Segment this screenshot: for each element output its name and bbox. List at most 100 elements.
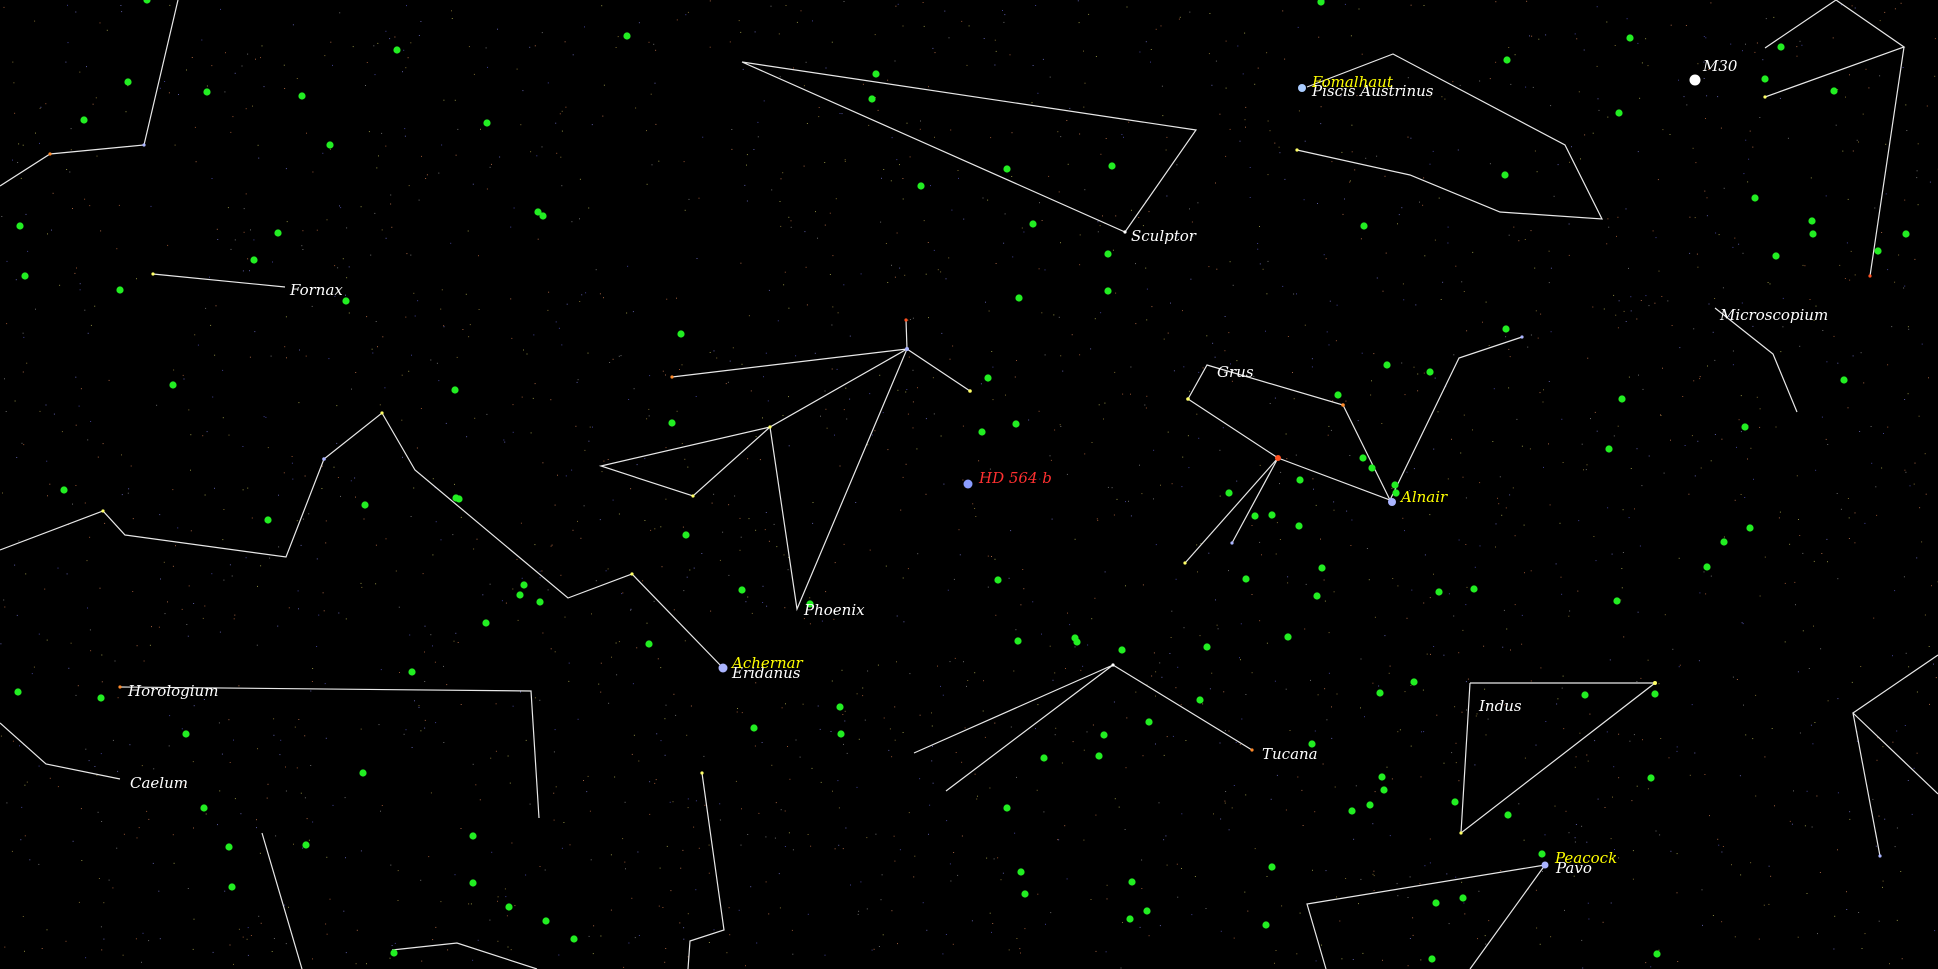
catalog-marker[interactable] bbox=[1874, 247, 1882, 255]
catalog-marker[interactable] bbox=[1104, 287, 1112, 295]
catalog-marker[interactable] bbox=[1626, 34, 1634, 42]
catalog-marker[interactable] bbox=[1902, 230, 1910, 238]
catalog-marker[interactable] bbox=[1029, 220, 1037, 228]
catalog-marker[interactable] bbox=[534, 208, 542, 216]
catalog-marker[interactable] bbox=[917, 182, 925, 190]
catalog-marker[interactable] bbox=[1772, 252, 1780, 260]
catalog-marker[interactable] bbox=[623, 32, 631, 40]
catalog-marker[interactable] bbox=[1470, 585, 1478, 593]
catalog-marker[interactable] bbox=[274, 229, 282, 237]
catalog-marker[interactable] bbox=[1128, 878, 1136, 886]
catalog-marker[interactable] bbox=[469, 879, 477, 887]
catalog-marker[interactable] bbox=[994, 576, 1002, 584]
catalog-marker[interactable] bbox=[1095, 752, 1103, 760]
catalog-marker[interactable] bbox=[1741, 423, 1749, 431]
catalog-marker[interactable] bbox=[1073, 638, 1081, 646]
catalog-marker[interactable] bbox=[393, 46, 401, 54]
catalog-marker[interactable] bbox=[16, 222, 24, 230]
catalog-marker[interactable] bbox=[1143, 907, 1151, 915]
catalog-marker[interactable] bbox=[169, 381, 177, 389]
catalog-marker[interactable] bbox=[516, 591, 524, 599]
catalog-marker[interactable] bbox=[203, 88, 211, 96]
catalog-marker[interactable] bbox=[1618, 395, 1626, 403]
catalog-marker[interactable] bbox=[483, 119, 491, 127]
catalog-marker[interactable] bbox=[1808, 217, 1816, 225]
catalog-marker[interactable] bbox=[225, 843, 233, 851]
catalog-marker[interactable] bbox=[1502, 325, 1510, 333]
catalog-marker[interactable] bbox=[1410, 678, 1418, 686]
catalog-marker[interactable] bbox=[1104, 250, 1112, 258]
catalog-marker[interactable] bbox=[342, 297, 350, 305]
catalog-marker[interactable] bbox=[1459, 894, 1467, 902]
peacock-star[interactable] bbox=[1541, 861, 1549, 869]
catalog-marker[interactable] bbox=[570, 935, 578, 943]
catalog-marker[interactable] bbox=[1242, 575, 1250, 583]
catalog-marker[interactable] bbox=[361, 501, 369, 509]
catalog-marker[interactable] bbox=[750, 724, 758, 732]
catalog-marker[interactable] bbox=[1268, 863, 1276, 871]
catalog-marker[interactable] bbox=[1021, 890, 1029, 898]
catalog-marker[interactable] bbox=[1225, 489, 1233, 497]
catalog-marker[interactable] bbox=[1653, 950, 1661, 958]
catalog-marker[interactable] bbox=[1348, 807, 1356, 815]
catalog-marker[interactable] bbox=[1360, 222, 1368, 230]
catalog-marker[interactable] bbox=[1647, 774, 1655, 782]
catalog-marker[interactable] bbox=[1359, 454, 1367, 462]
catalog-marker[interactable] bbox=[1251, 512, 1259, 520]
catalog-marker[interactable] bbox=[250, 256, 258, 264]
catalog-marker[interactable] bbox=[482, 619, 490, 627]
catalog-marker[interactable] bbox=[1368, 464, 1376, 472]
catalog-marker[interactable] bbox=[1751, 194, 1759, 202]
catalog-marker[interactable] bbox=[1809, 230, 1817, 238]
catalog-marker[interactable] bbox=[1262, 921, 1270, 929]
catalog-marker[interactable] bbox=[1777, 43, 1785, 51]
catalog-marker[interactable] bbox=[542, 917, 550, 925]
catalog-marker[interactable] bbox=[1435, 588, 1443, 596]
catalog-marker[interactable] bbox=[1376, 689, 1384, 697]
alnair-star[interactable] bbox=[1388, 498, 1396, 506]
catalog-marker[interactable] bbox=[1003, 804, 1011, 812]
catalog-marker[interactable] bbox=[1840, 376, 1848, 384]
catalog-marker[interactable] bbox=[390, 949, 398, 957]
catalog-marker[interactable] bbox=[1126, 915, 1134, 923]
fomalhaut-star[interactable] bbox=[1298, 84, 1306, 92]
catalog-marker[interactable] bbox=[1014, 637, 1022, 645]
catalog-marker[interactable] bbox=[668, 419, 676, 427]
catalog-marker[interactable] bbox=[1366, 801, 1374, 809]
catalog-marker[interactable] bbox=[1538, 850, 1546, 858]
catalog-marker[interactable] bbox=[1295, 522, 1303, 530]
catalog-marker[interactable] bbox=[1615, 109, 1623, 117]
catalog-marker[interactable] bbox=[868, 95, 876, 103]
catalog-marker[interactable] bbox=[1391, 481, 1399, 489]
catalog-marker[interactable] bbox=[1501, 171, 1509, 179]
catalog-marker[interactable] bbox=[1428, 955, 1436, 963]
catalog-marker[interactable] bbox=[520, 581, 528, 589]
sky-map[interactable]: Fornax Sculptor Piscis Austrinus Microsc… bbox=[0, 0, 1938, 969]
catalog-marker[interactable] bbox=[872, 70, 880, 78]
catalog-marker[interactable] bbox=[21, 272, 29, 280]
target-marker[interactable] bbox=[963, 479, 973, 489]
catalog-marker[interactable] bbox=[1017, 868, 1025, 876]
catalog-marker[interactable] bbox=[97, 694, 105, 702]
catalog-marker[interactable] bbox=[408, 668, 416, 676]
catalog-marker[interactable] bbox=[1746, 524, 1754, 532]
catalog-marker[interactable] bbox=[1503, 56, 1511, 64]
catalog-marker[interactable] bbox=[677, 330, 685, 338]
catalog-marker[interactable] bbox=[1392, 489, 1400, 497]
catalog-marker[interactable] bbox=[116, 286, 124, 294]
catalog-marker[interactable] bbox=[1426, 368, 1434, 376]
catalog-marker[interactable] bbox=[1268, 511, 1276, 519]
catalog-marker[interactable] bbox=[984, 374, 992, 382]
catalog-marker[interactable] bbox=[1383, 361, 1391, 369]
catalog-marker[interactable] bbox=[738, 586, 746, 594]
catalog-marker[interactable] bbox=[1040, 754, 1048, 762]
catalog-marker[interactable] bbox=[228, 883, 236, 891]
catalog-marker[interactable] bbox=[124, 78, 132, 86]
catalog-marker[interactable] bbox=[264, 516, 272, 524]
catalog-marker[interactable] bbox=[326, 141, 334, 149]
catalog-marker[interactable] bbox=[1015, 294, 1023, 302]
catalog-marker[interactable] bbox=[455, 495, 463, 503]
catalog-marker[interactable] bbox=[1284, 633, 1292, 641]
catalog-marker[interactable] bbox=[1145, 718, 1153, 726]
catalog-marker[interactable] bbox=[1380, 786, 1388, 794]
